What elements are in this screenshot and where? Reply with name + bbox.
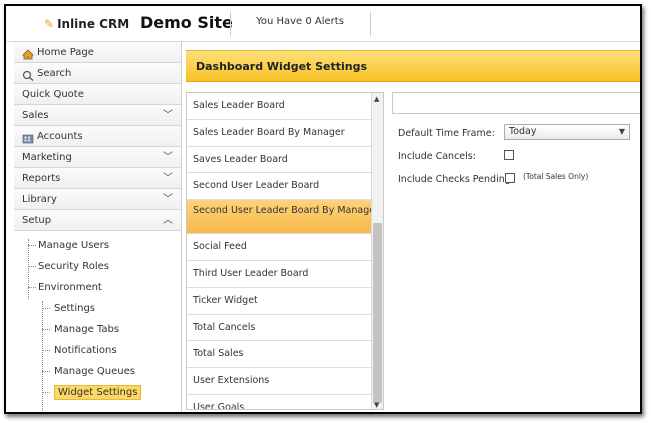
tree-item-label: Environment: [38, 282, 102, 293]
chevron-down-icon: ﹀: [163, 194, 173, 205]
top-header: ✎ Inline CRM Demo Site You Have 0 Alerts: [6, 6, 640, 42]
tree-item-notifications[interactable]: Notifications: [14, 340, 181, 361]
site-title: Demo Site: [140, 13, 233, 32]
list-item[interactable]: Total Sales: [187, 341, 383, 369]
time-frame-value: Today: [509, 126, 537, 137]
tree-item-widget-settings[interactable]: Widget Settings: [14, 382, 181, 403]
sidebar-item-search[interactable]: Search: [14, 63, 181, 84]
include-cancels-checkbox[interactable]: [504, 150, 514, 160]
list-item[interactable]: Social Feed: [187, 234, 383, 261]
tree-connector: [42, 329, 50, 330]
chevron-down-icon: ﹀: [163, 152, 173, 163]
chevron-down-icon: ﹀: [163, 173, 173, 184]
tree-item-security-roles[interactable]: Security Roles: [14, 256, 181, 277]
list-item[interactable]: Saves Leader Board: [187, 147, 383, 174]
sidebar-item-reports[interactable]: Reports ﹀: [14, 168, 181, 189]
tree-item-environment[interactable]: Environment: [14, 277, 181, 298]
sidebar-item-label: Marketing: [22, 152, 72, 163]
include-cancels-label: Include Cancels:: [398, 151, 476, 162]
widget-list: Sales Leader Board Sales Leader Board By…: [186, 92, 384, 410]
settings-header-bar: [392, 92, 640, 114]
scroll-down-arrow-icon[interactable]: ▼: [374, 401, 379, 409]
tree-item-label: Manage Users: [38, 240, 109, 251]
sidebar-item-label: Reports: [22, 173, 61, 184]
time-frame-row: Default Time Frame: Today ▼: [398, 122, 638, 145]
sidebar-item-home-page[interactable]: Home Page: [14, 42, 181, 63]
tree-item-label: Notifications: [54, 345, 117, 356]
sidebar-item-label: Home Page: [37, 47, 94, 58]
tree-connector: [28, 266, 36, 267]
tree-connector: [28, 287, 36, 288]
sidebar-item-setup[interactable]: Setup ︿: [14, 210, 181, 231]
sidebar-item-quick-quote[interactable]: Quick Quote: [14, 84, 181, 105]
widget-settings-panel: Default Time Frame: Today ▼ Include Canc…: [398, 122, 638, 191]
app-window: ✎ Inline CRM Demo Site You Have 0 Alerts …: [4, 4, 642, 414]
sidebar-item-label: Library: [22, 194, 57, 205]
sidebar-item-marketing[interactable]: Marketing ﹀: [14, 147, 181, 168]
list-item[interactable]: Total Cancels: [187, 315, 383, 342]
page-title-bar: Dashboard Widget Settings: [186, 50, 640, 82]
tree-item-label: Widget Settings: [54, 385, 142, 400]
app-logo[interactable]: ✎ Inline CRM: [44, 17, 129, 31]
alerts-link[interactable]: You Have 0 Alerts: [230, 16, 370, 27]
accounts-icon: [22, 131, 34, 143]
logo-text: Inline CRM: [57, 17, 130, 31]
scroll-up-arrow-icon[interactable]: ▲: [374, 95, 379, 103]
sidebar-item-label: Setup: [22, 215, 52, 226]
list-item-selected[interactable]: Second User Leader Board By Manager: [187, 200, 383, 235]
chevron-up-icon: ︿: [163, 215, 173, 226]
include-cancels-row: Include Cancels:: [398, 145, 638, 168]
sidebar-item-label: Search: [37, 68, 72, 79]
list-item[interactable]: Second User Leader Board: [187, 173, 383, 201]
tree-item-manage-queues[interactable]: Manage Queues: [14, 361, 181, 382]
dropdown-arrow-icon: ▼: [618, 127, 625, 136]
include-checks-checkbox[interactable]: [505, 173, 515, 183]
header-divider: [370, 12, 371, 36]
tree-item-label: Manage Tabs: [54, 324, 120, 335]
list-item[interactable]: Sales Leader Board: [187, 93, 383, 120]
include-checks-note: (Total Sales Only): [523, 172, 589, 181]
tree-item-label: Settings: [54, 303, 96, 314]
sidebar-item-label: Accounts: [37, 131, 83, 142]
logo-leaf-icon: ✎: [44, 17, 55, 31]
sidebar-item-label: Quick Quote: [22, 89, 84, 100]
setup-tree: Manage Users Security Roles Environment …: [14, 231, 181, 412]
sidebar-item-label: Sales: [22, 110, 49, 121]
include-checks-row: Include Checks Pending: (Total Sales Onl…: [398, 168, 638, 191]
page-title: Dashboard Widget Settings: [196, 60, 368, 73]
tree-item-settings[interactable]: Settings: [14, 298, 181, 319]
sidebar-item-library[interactable]: Library ﹀: [14, 189, 181, 210]
tree-connector: [42, 371, 50, 372]
tree-item-manage-users[interactable]: Manage Users: [14, 235, 181, 256]
list-item[interactable]: Ticker Widget: [187, 288, 383, 315]
scrollbar-thumb[interactable]: [373, 223, 382, 403]
tree-item-label: Manage Queues: [54, 366, 135, 377]
include-checks-label: Include Checks Pending:: [398, 174, 514, 185]
tree-connector: [42, 350, 50, 351]
tree-connector: [42, 392, 50, 393]
time-frame-label: Default Time Frame:: [398, 128, 495, 139]
sidebar-item-accounts[interactable]: Accounts: [14, 126, 181, 147]
chevron-down-icon: ﹀: [163, 110, 173, 121]
list-item[interactable]: User Extensions: [187, 368, 383, 395]
list-scrollbar[interactable]: ▲ ▼: [371, 93, 383, 409]
tree-item-manage-tabs[interactable]: Manage Tabs: [14, 319, 181, 340]
search-icon: [22, 68, 34, 81]
home-icon: [22, 47, 34, 59]
list-item[interactable]: User Goals: [187, 395, 383, 409]
sidebar: Home Page Search Quick Quote Sales ﹀ Acc…: [14, 42, 182, 412]
sidebar-item-sales[interactable]: Sales ﹀: [14, 105, 181, 126]
tree-item-label: Security Roles: [38, 261, 110, 272]
time-frame-select[interactable]: Today ▼: [504, 124, 630, 140]
tree-connector: [42, 308, 50, 309]
tree-connector: [28, 245, 36, 246]
list-item[interactable]: Third User Leader Board: [187, 261, 383, 288]
list-item[interactable]: Sales Leader Board By Manager: [187, 120, 383, 147]
